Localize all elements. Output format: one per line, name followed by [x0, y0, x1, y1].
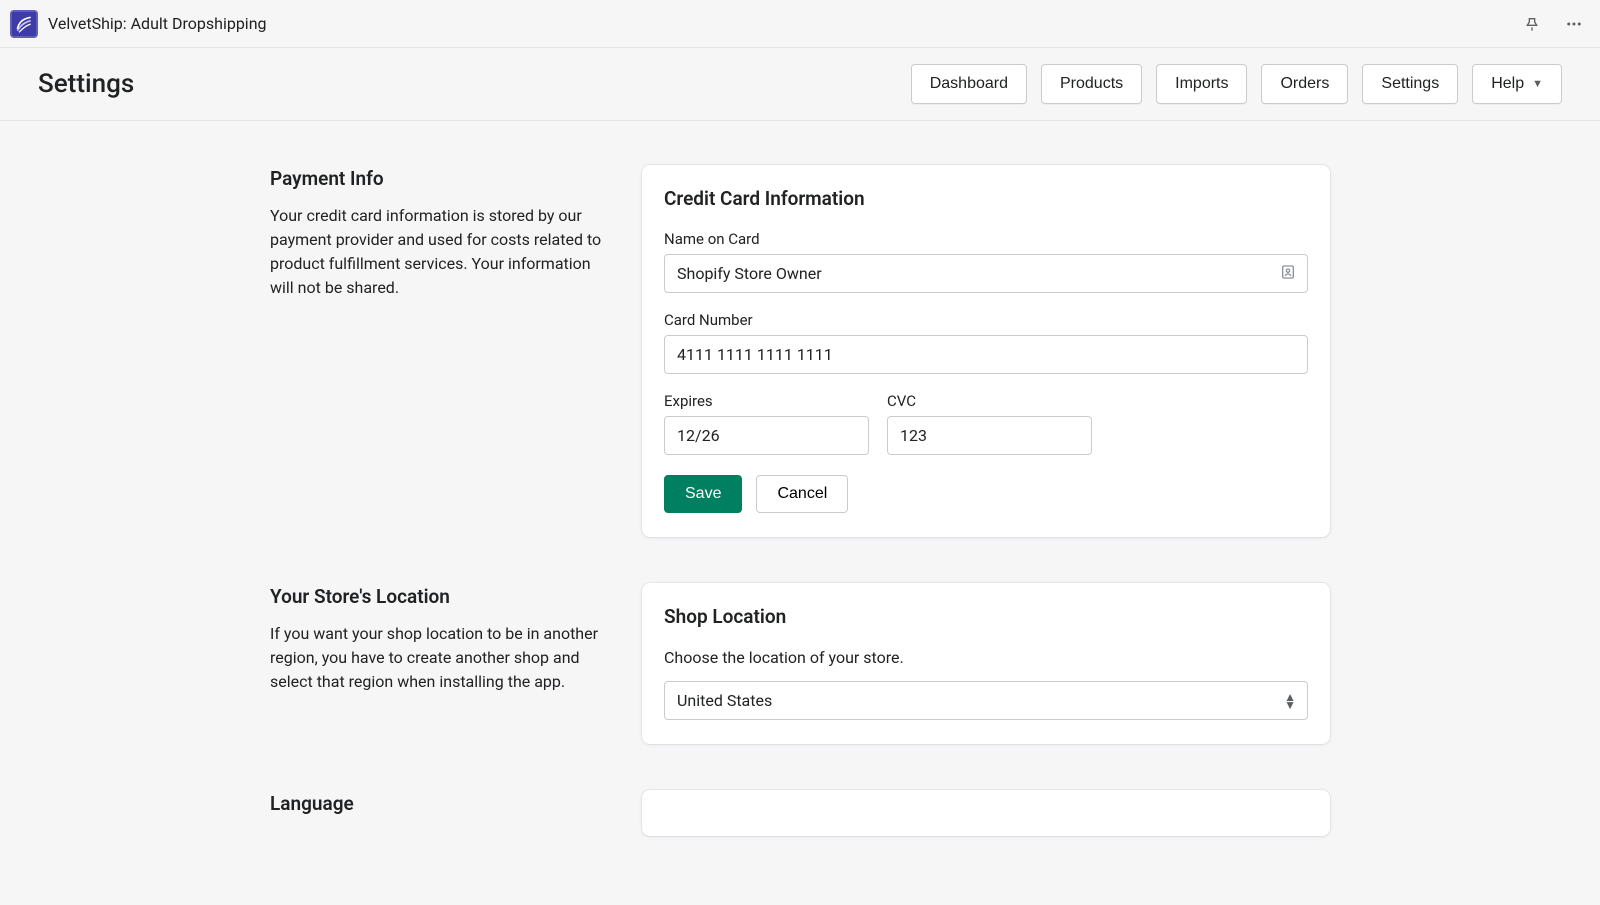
content-scroll[interactable]: Payment Info Your credit card informatio… — [0, 121, 1600, 905]
section-payment: Payment Info Your credit card informatio… — [270, 165, 1330, 537]
location-select-wrap: United States ▲▼ — [664, 681, 1308, 720]
location-card: Shop Location Choose the location of you… — [642, 583, 1330, 744]
location-select[interactable]: United States — [664, 681, 1308, 720]
app-icon — [10, 10, 38, 38]
content: Payment Info Your credit card informatio… — [270, 121, 1330, 896]
field-card-number: Card Number — [664, 311, 1308, 374]
pin-icon[interactable] — [1520, 12, 1544, 36]
more-icon[interactable] — [1562, 12, 1586, 36]
nav-dashboard[interactable]: Dashboard — [911, 64, 1027, 104]
app-bar: VelvetShip: Adult Dropshipping — [0, 0, 1600, 48]
card-number-input[interactable] — [664, 335, 1308, 374]
payment-aside-desc: Your credit card information is stored b… — [270, 204, 618, 300]
app-bar-actions — [1520, 12, 1586, 36]
expires-label: Expires — [664, 392, 869, 410]
location-aside-desc: If you want your shop location to be in … — [270, 622, 618, 694]
app-bar-left: VelvetShip: Adult Dropshipping — [10, 10, 267, 38]
nav-products[interactable]: Products — [1041, 64, 1142, 104]
payment-actions: Save Cancel — [664, 475, 1308, 513]
language-card — [642, 790, 1330, 836]
page-header: Settings Dashboard Products Imports Orde… — [0, 48, 1600, 121]
section-location: Your Store's Location If you want your s… — [270, 583, 1330, 744]
nav-imports[interactable]: Imports — [1156, 64, 1247, 104]
location-card-title: Shop Location — [664, 605, 1308, 628]
payment-aside: Payment Info Your credit card informatio… — [270, 165, 618, 537]
contact-card-icon — [1280, 264, 1296, 284]
language-aside-title: Language — [270, 792, 618, 815]
location-aside: Your Store's Location If you want your s… — [270, 583, 618, 744]
location-sublabel: Choose the location of your store. — [664, 648, 1308, 667]
name-on-card-input[interactable] — [664, 254, 1308, 293]
top-nav: Dashboard Products Imports Orders Settin… — [911, 64, 1562, 104]
nav-settings[interactable]: Settings — [1362, 64, 1458, 104]
name-on-card-label: Name on Card — [664, 230, 1308, 248]
field-cvc: CVC — [887, 392, 1092, 455]
section-language: Language — [270, 790, 1330, 836]
page-title: Settings — [38, 69, 134, 99]
payment-card-title: Credit Card Information — [664, 187, 1308, 210]
language-aside: Language — [270, 790, 618, 836]
app-title: VelvetShip: Adult Dropshipping — [48, 14, 267, 33]
field-name-on-card: Name on Card — [664, 230, 1308, 293]
expires-input[interactable] — [664, 416, 869, 455]
nav-help[interactable]: Help ▼ — [1472, 64, 1562, 104]
field-expires: Expires — [664, 392, 869, 455]
payment-aside-title: Payment Info — [270, 167, 618, 190]
card-number-label: Card Number — [664, 311, 1308, 329]
cancel-button[interactable]: Cancel — [756, 475, 848, 513]
save-button[interactable]: Save — [664, 475, 742, 513]
chevron-down-icon: ▼ — [1532, 78, 1543, 90]
nav-orders[interactable]: Orders — [1261, 64, 1348, 104]
payment-card: Credit Card Information Name on Card Car… — [642, 165, 1330, 537]
cvc-label: CVC — [887, 392, 1092, 410]
location-aside-title: Your Store's Location — [270, 585, 618, 608]
cvc-input[interactable] — [887, 416, 1092, 455]
nav-help-label: Help — [1491, 75, 1524, 93]
